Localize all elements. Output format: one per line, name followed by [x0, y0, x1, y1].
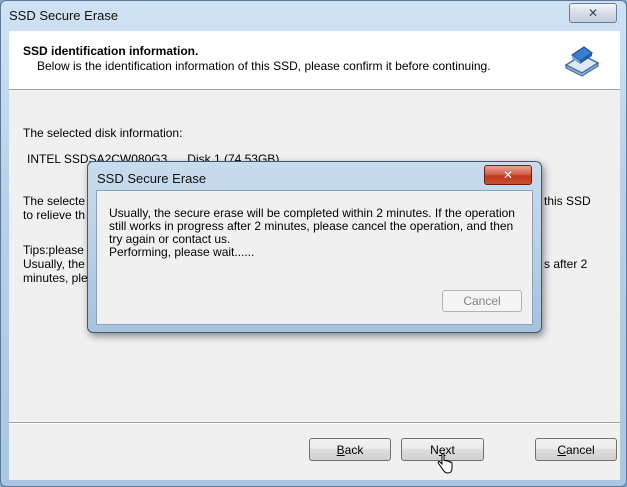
body-line-1-right: this SSD: [544, 194, 591, 208]
close-icon: ✕: [502, 168, 514, 182]
close-icon: ✕: [587, 6, 599, 20]
wizard-header: SSD identification information. Below is…: [9, 31, 620, 90]
progress-dialog: SSD Secure Erase ✕ Usually, the secure e…: [87, 161, 542, 333]
window-close-button[interactable]: ✕: [569, 3, 617, 23]
tips-left: Tips:please: [23, 243, 84, 257]
dialog-cancel-button[interactable]: Cancel: [442, 290, 522, 312]
dialog-message: Usually, the secure erase will be comple…: [109, 207, 529, 259]
usually-right: s after 2: [544, 257, 588, 271]
window-title: SSD Secure Erase: [9, 8, 119, 23]
usually-left: Usually, the: [23, 257, 85, 271]
footer-separator: [9, 422, 620, 424]
back-mnemonic: B: [336, 442, 345, 457]
body-line-1-left: The selecte: [23, 194, 86, 208]
back-label-rest: ack: [344, 442, 364, 457]
body-line-2-left: to relieve th: [23, 208, 86, 222]
dialog-close-button[interactable]: ✕: [484, 165, 532, 185]
minutes-left: minutes, ple: [23, 271, 88, 285]
hand-cursor-icon: [437, 453, 453, 474]
cancel-mnemonic: C: [557, 442, 566, 457]
dialog-client: Usually, the secure erase will be comple…: [96, 190, 533, 325]
selected-disk-label: The selected disk information:: [23, 126, 183, 140]
back-button[interactable]: Back: [309, 438, 391, 461]
cancel-button[interactable]: Cancel: [535, 438, 617, 461]
header-title: SSD identification information.: [23, 44, 199, 58]
dialog-message-line: Performing, please wait......: [109, 245, 255, 259]
dialog-title: SSD Secure Erase: [97, 171, 207, 186]
wizard-window: SSD Secure Erase ✕ SSD identification in…: [0, 0, 627, 487]
cancel-label-rest: ancel: [565, 442, 595, 457]
disk-eraser-icon: [564, 46, 600, 77]
header-subtitle: Below is the identification information …: [37, 59, 491, 73]
